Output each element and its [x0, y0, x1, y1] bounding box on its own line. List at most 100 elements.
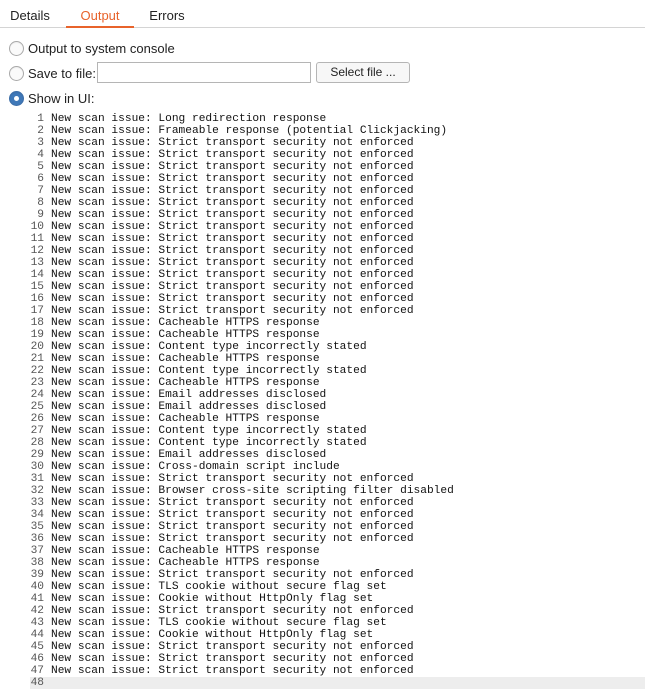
line-text: New scan issue: Strict transport securit… [51, 653, 414, 665]
tab-bar: Details Output Errors [0, 0, 645, 28]
console-line: 11 New scan issue: Strict transport secur… [30, 233, 645, 245]
line-number: 14 [30, 269, 44, 281]
line-text: New scan issue: Strict transport securit… [51, 257, 414, 269]
line-number: 12 [30, 245, 44, 257]
console-line: 18 New scan issue: Cacheable HTTPS respon… [30, 317, 645, 329]
console-line: 41 New scan issue: Cookie without HttpOnl… [30, 593, 645, 605]
console-line: 13 New scan issue: Strict transport secur… [30, 257, 645, 269]
line-text: New scan issue: Strict transport securit… [51, 293, 414, 305]
line-number: 46 [30, 653, 44, 665]
line-text: New scan issue: Strict transport securit… [51, 665, 414, 677]
console-line: 19 New scan issue: Cacheable HTTPS respon… [30, 329, 645, 341]
line-number: 40 [30, 581, 44, 593]
line-text: New scan issue: Strict transport securit… [51, 209, 414, 221]
console-line: 3 New scan issue: Strict transport securi… [30, 137, 645, 149]
line-number: 15 [30, 281, 44, 293]
line-text: New scan issue: Cross-domain script incl… [51, 461, 340, 473]
line-number: 34 [30, 509, 44, 521]
line-number: 11 [30, 233, 44, 245]
line-number: 41 [30, 593, 44, 605]
line-number: 18 [30, 317, 44, 329]
line-number: 1 [37, 113, 44, 125]
line-text: New scan issue: Cacheable HTTPS response [51, 329, 320, 341]
option-file-row[interactable]: Save to file: [9, 63, 96, 83]
line-text: New scan issue: Cookie without HttpOnly … [51, 629, 374, 641]
line-text: New scan issue: Content type incorrectly… [51, 341, 367, 353]
line-text: New scan issue: TLS cookie without secur… [51, 617, 387, 629]
line-text: New scan issue: Browser cross-site scrip… [51, 485, 454, 497]
console-line: 20 New scan issue: Content type incorrect… [30, 341, 645, 353]
line-text: New scan issue: Long redirection respons… [51, 113, 327, 125]
console-line: 33 New scan issue: Strict transport secur… [30, 497, 645, 509]
console-line: 31 New scan issue: Strict transport secur… [30, 473, 645, 485]
line-text: New scan issue: Strict transport securit… [51, 185, 414, 197]
console-line: 4 New scan issue: Strict transport securi… [30, 149, 645, 161]
console-line: 24 New scan issue: Email addresses disclo… [30, 389, 645, 401]
line-number: 6 [37, 173, 44, 185]
console-line: 15 New scan issue: Strict transport secur… [30, 281, 645, 293]
line-number: 36 [30, 533, 44, 545]
line-number: 16 [30, 293, 44, 305]
file-path-input[interactable] [97, 62, 311, 83]
line-number: 9 [37, 209, 44, 221]
line-text: New scan issue: Strict transport securit… [51, 509, 414, 521]
line-number: 26 [30, 413, 44, 425]
console-line: 47 New scan issue: Strict transport secur… [30, 665, 645, 677]
console-line: 23 New scan issue: Cacheable HTTPS respon… [30, 377, 645, 389]
radio-output-console[interactable] [9, 40, 24, 56]
console-line: 7 New scan issue: Strict transport securi… [30, 185, 645, 197]
console-line: 12 New scan issue: Strict transport secur… [30, 245, 645, 257]
option-ui-row[interactable]: Show in UI: [9, 88, 94, 108]
console-line: 45 New scan issue: Strict transport secur… [30, 641, 645, 653]
line-number: 13 [30, 257, 44, 269]
line-text: New scan issue: Strict transport securit… [51, 281, 414, 293]
line-text: New scan issue: Strict transport securit… [51, 221, 414, 233]
tab-errors[interactable]: Errors [140, 0, 194, 28]
line-text: New scan issue: Strict transport securit… [51, 641, 414, 653]
line-text: New scan issue: TLS cookie without secur… [51, 581, 387, 593]
option-console-row[interactable]: Output to system console [9, 38, 175, 58]
line-number: 10 [30, 221, 44, 233]
line-text: New scan issue: Strict transport securit… [51, 533, 414, 545]
line-text: New scan issue: Strict transport securit… [51, 149, 414, 161]
line-number: 28 [30, 437, 44, 449]
console-line: 38 New scan issue: Cacheable HTTPS respon… [30, 557, 645, 569]
line-text: New scan issue: Strict transport securit… [51, 521, 414, 533]
line-text: New scan issue: Email addresses disclose… [51, 449, 327, 461]
line-number: 33 [30, 497, 44, 509]
console-line: 26 New scan issue: Cacheable HTTPS respon… [30, 413, 645, 425]
console-line: 36 New scan issue: Strict transport secur… [30, 533, 645, 545]
tab-output[interactable]: Output [66, 0, 134, 28]
tab-details[interactable]: Details [0, 0, 60, 28]
line-text: New scan issue: Strict transport securit… [51, 269, 414, 281]
line-number: 27 [30, 425, 44, 437]
select-file-button[interactable]: Select file ... [316, 62, 410, 83]
line-number: 25 [30, 401, 44, 413]
console-line: 8 New scan issue: Strict transport securi… [30, 197, 645, 209]
line-number: 8 [37, 197, 44, 209]
console-line: 1 New scan issue: Long redirection respon… [30, 113, 645, 125]
line-text: New scan issue: Cacheable HTTPS response [51, 317, 320, 329]
console-line: 5 New scan issue: Strict transport securi… [30, 161, 645, 173]
console-line: 46 New scan issue: Strict transport secur… [30, 653, 645, 665]
radio-show-in-ui[interactable] [9, 90, 24, 106]
console-line: 9 New scan issue: Strict transport securi… [30, 209, 645, 221]
console-line: 35 New scan issue: Strict transport secur… [30, 521, 645, 533]
console-line: 10 New scan issue: Strict transport secur… [30, 221, 645, 233]
console-line: 43 New scan issue: TLS cookie without sec… [30, 617, 645, 629]
line-number: 23 [30, 377, 44, 389]
radio-save-to-file[interactable] [9, 65, 24, 81]
line-number: 4 [37, 149, 44, 161]
line-number: 19 [30, 329, 44, 341]
option-ui-label: Show in UI: [28, 90, 95, 106]
console-line: 22 New scan issue: Content type incorrect… [30, 365, 645, 377]
line-number: 30 [30, 461, 44, 473]
line-text: New scan issue: Strict transport securit… [51, 233, 414, 245]
line-text: New scan issue: Email addresses disclose… [51, 389, 327, 401]
line-text: New scan issue: Strict transport securit… [51, 137, 414, 149]
console-line: 17 New scan issue: Strict transport secur… [30, 305, 645, 317]
line-text: New scan issue: Strict transport securit… [51, 173, 414, 185]
output-console[interactable]: 1 New scan issue: Long redirection respon… [30, 113, 645, 696]
line-number: 31 [30, 473, 44, 485]
option-file-label: Save to file: [28, 65, 96, 81]
